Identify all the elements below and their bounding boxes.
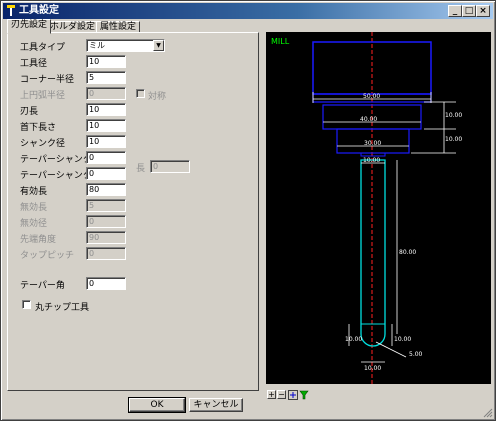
dimension-label: 30.00 (364, 140, 381, 147)
round-tip-checkbox[interactable] (22, 300, 31, 309)
filter-icon[interactable] (299, 390, 309, 400)
field-input[interactable]: 10 (86, 135, 126, 148)
chevron-down-icon[interactable]: ▼ (153, 40, 164, 51)
field-input[interactable]: 0 (86, 167, 126, 180)
close-button[interactable]: × (476, 5, 490, 17)
dimension-label: 10.00 (445, 112, 462, 119)
field-label: 有効長 (20, 187, 48, 197)
cancel-button[interactable]: キャンセル (189, 398, 243, 412)
cutter-settings-panel: 工具タイプ ミル ▼ 工具径 10 コーナー半径 5 上円弧半径 0 刃長 10 首下長さ 10 シ… (7, 32, 259, 391)
field-label: タップピッチ (20, 251, 75, 261)
window-title: 工具設定 (19, 5, 59, 16)
dimension-label: 10.00 (345, 336, 362, 343)
field-input[interactable]: 90 (86, 231, 126, 244)
tab-cutter-settings[interactable]: 刃先設定 (7, 19, 52, 34)
field-input[interactable]: 0 (86, 151, 126, 164)
field-label: 刃長 (20, 107, 39, 117)
field-input[interactable]: 0 (86, 247, 126, 260)
field-label: 首下長さ (20, 123, 57, 133)
symmetric-checkbox[interactable] (136, 89, 145, 98)
field-input[interactable]: 0 (86, 215, 126, 228)
dimension-label: 80.00 (399, 249, 416, 256)
field-input[interactable]: 0 (86, 277, 126, 290)
field-label: 工具径 (20, 59, 48, 69)
holder-nose (360, 152, 386, 157)
field-label: 上円弧半径 (20, 91, 66, 101)
field-input[interactable]: 5 (86, 71, 126, 84)
dimension-label: 50.00 (363, 93, 380, 100)
field-label: コーナー半径 (20, 75, 75, 85)
maximize-button[interactable]: □ (462, 5, 476, 17)
tool-preview-canvas[interactable]: MILL 50.00 40.00 30.00 10.00 10.00 10.00… (266, 32, 491, 384)
dimension-labels: 50.00 40.00 30.00 10.00 10.00 10.00 80.00 10.00… (345, 93, 462, 372)
dimension-label: 10.00 (363, 157, 380, 164)
cutter-outline (360, 159, 386, 347)
ok-button[interactable]: OK (128, 397, 186, 413)
field-label: シャンク径 (20, 139, 66, 149)
zoom-out-button[interactable]: − (277, 390, 286, 399)
tool-type-caption: MILL (271, 37, 290, 46)
tool-drawing: MILL 50.0040.0030.0010.0010.0010.0080.00… (271, 32, 462, 384)
minimize-button[interactable]: _ (448, 5, 462, 17)
field-input[interactable]: 10 (86, 55, 126, 68)
dimension-label: 10.00 (445, 136, 462, 143)
dimension-label: 10.00 (364, 365, 381, 372)
field-input[interactable]: 80 (86, 183, 126, 196)
dimension-label: 5.00 (409, 351, 423, 358)
symmetric-label: 対称 (148, 92, 167, 102)
length-field[interactable]: 0 (150, 160, 190, 173)
field-label: 無効長 (20, 203, 48, 213)
field-label: 先端角度 (20, 235, 57, 245)
field-input[interactable]: 0 (86, 87, 126, 100)
tool-settings-window: 工具設定 _ □ × 刃先設定 ホルダ設定 属性設定 工具タイプ ミル ▼ 工具… (0, 0, 496, 421)
field-label: 無効径 (20, 219, 48, 229)
field-input[interactable]: 5 (86, 199, 126, 212)
fit-view-icon[interactable] (288, 390, 298, 400)
field-input[interactable]: 10 (86, 103, 126, 116)
round-tip-label: 丸チップ工具 (35, 303, 90, 313)
tool-icon (7, 5, 15, 16)
title-bar[interactable]: 工具設定 _ □ × (3, 3, 493, 19)
dimension-label: 40.00 (360, 116, 377, 123)
field-label: テーパー角 (20, 281, 65, 291)
dimension-label: 10.00 (394, 336, 411, 343)
tool-type-value: ミル (89, 41, 105, 50)
resize-grip-icon[interactable] (483, 408, 493, 418)
zoom-in-button[interactable]: + (267, 390, 276, 399)
tool-type-label: 工具タイプ (20, 43, 66, 53)
field-input[interactable]: 10 (86, 119, 126, 132)
tool-type-select[interactable]: ミル ▼ (86, 39, 165, 52)
length-label: 長 (136, 164, 146, 174)
